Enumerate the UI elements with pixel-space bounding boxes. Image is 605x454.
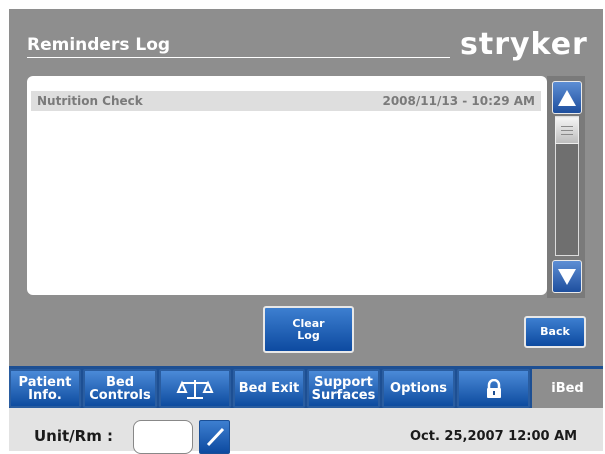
log-entry-name: Nutrition Check [37,94,143,108]
lock-button[interactable] [457,369,530,408]
back-button[interactable]: Back [524,316,586,348]
unit-room-input[interactable] [133,420,193,454]
patient-info-label-2: Info. [28,387,62,403]
patient-info-button[interactable]: Patient Info. [9,369,81,408]
bed-controls-button[interactable]: Bed Controls [83,369,157,408]
scroll-down-button[interactable] [552,260,582,293]
app-screen: Reminders Log stryker Nutrition Check 20… [9,9,603,454]
scale-button[interactable] [159,369,231,408]
options-button[interactable]: Options [382,369,455,408]
scale-icon [176,379,214,399]
clear-log-button[interactable]: Clear Log [263,306,354,353]
scroll-thumb[interactable] [555,117,579,144]
ibed-logo: iBed [532,369,603,408]
pencil-icon [206,427,224,447]
stryker-logo: stryker [460,27,588,62]
scroll-up-button[interactable] [552,81,582,114]
unit-room-label: Unit/Rm : [34,427,114,445]
support-surfaces-button[interactable]: Support Surfaces [307,369,380,408]
log-entry-datetime: 2008/11/13 - 10:29 AM [382,94,535,108]
arrow-up-icon [558,89,576,106]
edit-unit-button[interactable] [199,420,230,454]
log-entry-row[interactable]: Nutrition Check 2008/11/13 - 10:29 AM [31,91,541,111]
system-datetime: Oct. 25,2007 12:00 AM [410,429,578,444]
bed-controls-label-2: Controls [89,387,151,403]
page-title: Reminders Log [27,35,450,58]
bed-exit-button[interactable]: Bed Exit [233,369,305,408]
arrow-down-icon [558,268,576,285]
reminders-log-list: Nutrition Check 2008/11/13 - 10:29 AM [27,76,547,295]
clear-log-label-2: Log [297,328,320,342]
support-surfaces-label-2: Surfaces [311,387,376,403]
lock-icon [486,378,501,398]
